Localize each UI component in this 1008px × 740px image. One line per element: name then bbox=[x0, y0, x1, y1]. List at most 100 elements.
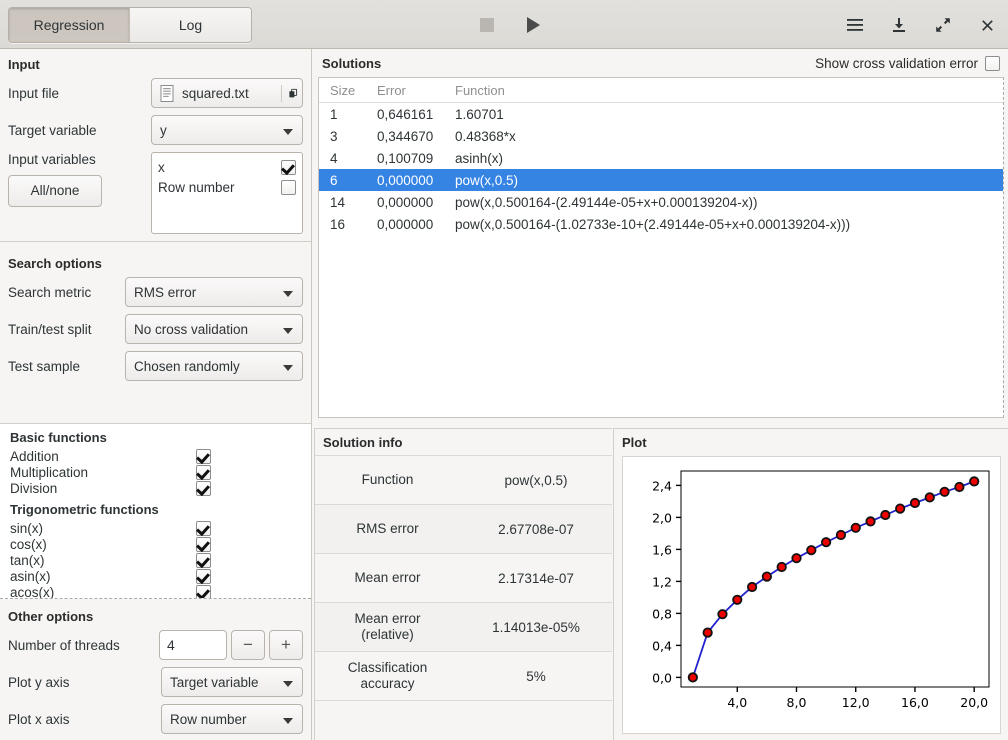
threads-input[interactable] bbox=[159, 630, 227, 660]
svg-text:2,4: 2,4 bbox=[652, 478, 672, 493]
all-none-button[interactable]: All/none bbox=[8, 175, 102, 207]
transport-controls bbox=[472, 10, 548, 40]
info-row: Mean error (relative) 1.14013e-05% bbox=[315, 603, 612, 652]
function-row[interactable]: Addition bbox=[0, 448, 311, 464]
info-value: 2.17314e-07 bbox=[498, 570, 574, 586]
target-variable-label: Target variable bbox=[8, 122, 97, 138]
cross-validation-checkbox[interactable] bbox=[985, 56, 1000, 71]
functions-scrollbar[interactable] bbox=[304, 424, 310, 598]
table-row[interactable]: 14 0,000000 pow(x,0.500164-(2.49144e-05+… bbox=[319, 191, 1003, 213]
function-row[interactable]: sin(x) bbox=[0, 520, 311, 536]
threads-increment-button[interactable]: + bbox=[269, 630, 303, 660]
function-name: Addition bbox=[10, 448, 59, 464]
threads-decrement-button[interactable]: − bbox=[231, 630, 265, 660]
window-controls bbox=[840, 10, 1002, 40]
svg-text:0,0: 0,0 bbox=[652, 670, 672, 685]
run-button[interactable] bbox=[518, 10, 548, 40]
solutions-panel: Solutions Show cross validation error Si… bbox=[314, 50, 1008, 422]
plot-y-axis-select[interactable]: Target variable bbox=[161, 667, 303, 697]
function-row[interactable]: tan(x) bbox=[0, 552, 311, 568]
solutions-table[interactable]: Size Error Function 1 0,646161 1.60701 3… bbox=[318, 77, 1004, 418]
list-item[interactable]: x bbox=[158, 157, 296, 177]
info-key: Function bbox=[361, 472, 414, 488]
variable-checkbox[interactable] bbox=[281, 159, 296, 175]
test-sample-select[interactable]: Chosen randomly bbox=[125, 351, 303, 381]
search-metric-label: Search metric bbox=[8, 284, 92, 300]
table-row-selected[interactable]: 6 0,000000 pow(x,0.5) bbox=[319, 169, 1003, 191]
plot-y-axis-label: Plot y axis bbox=[8, 674, 70, 690]
function-name: Multiplication bbox=[10, 464, 89, 480]
svg-text:1,2: 1,2 bbox=[652, 574, 672, 589]
divider bbox=[0, 241, 311, 242]
function-checkbox[interactable] bbox=[196, 464, 211, 480]
stop-button[interactable] bbox=[472, 10, 502, 40]
list-item[interactable]: Row number bbox=[158, 177, 296, 197]
plot-x-axis-label: Plot x axis bbox=[8, 711, 70, 727]
threads-row: Number of threads − + bbox=[0, 630, 311, 660]
maximize-button[interactable] bbox=[928, 10, 958, 40]
svg-text:8,0: 8,0 bbox=[787, 695, 807, 710]
solution-info-title: Solution info bbox=[315, 429, 612, 456]
tab-group: Regression Log bbox=[8, 7, 252, 43]
function-name: cos(x) bbox=[10, 536, 47, 552]
svg-text:16,0: 16,0 bbox=[901, 695, 929, 710]
close-button[interactable] bbox=[972, 10, 1002, 40]
document-icon bbox=[160, 84, 174, 102]
input-variables-row: Input variables All/none x Row number bbox=[0, 152, 311, 234]
function-checkbox[interactable] bbox=[196, 480, 211, 496]
cell-size: 4 bbox=[330, 150, 338, 166]
train-test-split-select[interactable]: No cross validation bbox=[125, 314, 303, 344]
function-checkbox[interactable] bbox=[196, 552, 211, 568]
solutions-header: Solutions Show cross validation error bbox=[314, 50, 1008, 77]
info-key: Classification accuracy bbox=[347, 660, 428, 691]
cell-size: 16 bbox=[330, 216, 346, 232]
cell-error: 0,000000 bbox=[377, 194, 434, 210]
menu-button[interactable] bbox=[840, 10, 870, 40]
table-row[interactable]: 4 0,100709 asinh(x) bbox=[319, 147, 1003, 169]
solution-info-panel: Solution info Function pow(x,0.5) RMS er… bbox=[314, 428, 612, 740]
cell-error: 0,100709 bbox=[377, 150, 434, 166]
tab-log[interactable]: Log bbox=[130, 8, 251, 42]
plot-canvas[interactable]: 0,0 0,4 0,8 1,2 1,6 2,0 2,4 4,0 8,0 12,0 16,0 20,0 bbox=[622, 456, 1001, 734]
table-row[interactable]: 3 0,344670 0.48368*x bbox=[319, 125, 1003, 147]
function-row[interactable]: cos(x) bbox=[0, 536, 311, 552]
chevron-down-icon bbox=[283, 681, 293, 687]
stop-square-icon bbox=[480, 18, 494, 32]
function-row[interactable]: acos(x) bbox=[0, 584, 311, 598]
plot-x-axis-select[interactable]: Row number bbox=[161, 704, 303, 734]
function-checkbox[interactable] bbox=[196, 584, 211, 598]
svg-text:20,0: 20,0 bbox=[960, 695, 988, 710]
tab-regression[interactable]: Regression bbox=[9, 8, 130, 42]
download-button[interactable] bbox=[884, 10, 914, 40]
info-row: Function pow(x,0.5) bbox=[315, 456, 612, 505]
cell-function: 0.48368*x bbox=[455, 128, 516, 144]
input-file-button[interactable]: squared.txt bbox=[151, 78, 303, 108]
functions-list[interactable]: Basic functions Addition Multiplication … bbox=[0, 423, 311, 599]
function-checkbox[interactable] bbox=[196, 520, 211, 536]
input-variables-listbox[interactable]: x Row number bbox=[151, 152, 303, 234]
function-row[interactable]: Multiplication bbox=[0, 464, 311, 480]
function-row[interactable]: Division bbox=[0, 480, 311, 496]
search-metric-row: Search metric RMS error bbox=[0, 277, 311, 307]
cell-error: 0,000000 bbox=[377, 172, 434, 188]
table-header: Size Error Function bbox=[319, 78, 1003, 103]
table-row[interactable]: 16 0,000000 pow(x,0.500164-(1.02733e-10+… bbox=[319, 213, 1003, 235]
chevron-down-icon bbox=[283, 129, 293, 135]
column-header-function: Function bbox=[455, 82, 505, 98]
column-header-size: Size bbox=[330, 82, 356, 98]
info-value: 1.14013e-05% bbox=[492, 619, 580, 635]
function-checkbox[interactable] bbox=[196, 448, 211, 464]
search-metric-select[interactable]: RMS error bbox=[125, 277, 303, 307]
function-checkbox[interactable] bbox=[196, 536, 211, 552]
function-checkbox[interactable] bbox=[196, 568, 211, 584]
close-icon bbox=[981, 19, 993, 31]
variable-checkbox[interactable] bbox=[281, 179, 296, 195]
table-row[interactable]: 1 0,646161 1.60701 bbox=[319, 103, 1003, 125]
info-row: Mean error 2.17314e-07 bbox=[315, 554, 612, 603]
target-variable-select[interactable]: y bbox=[151, 115, 303, 145]
input-section-title: Input bbox=[8, 57, 40, 72]
info-value: pow(x,0.5) bbox=[504, 472, 568, 488]
plot-x-axis-value: Row number bbox=[170, 711, 247, 727]
function-row[interactable]: asin(x) bbox=[0, 568, 311, 584]
copy-icon[interactable] bbox=[281, 84, 298, 102]
